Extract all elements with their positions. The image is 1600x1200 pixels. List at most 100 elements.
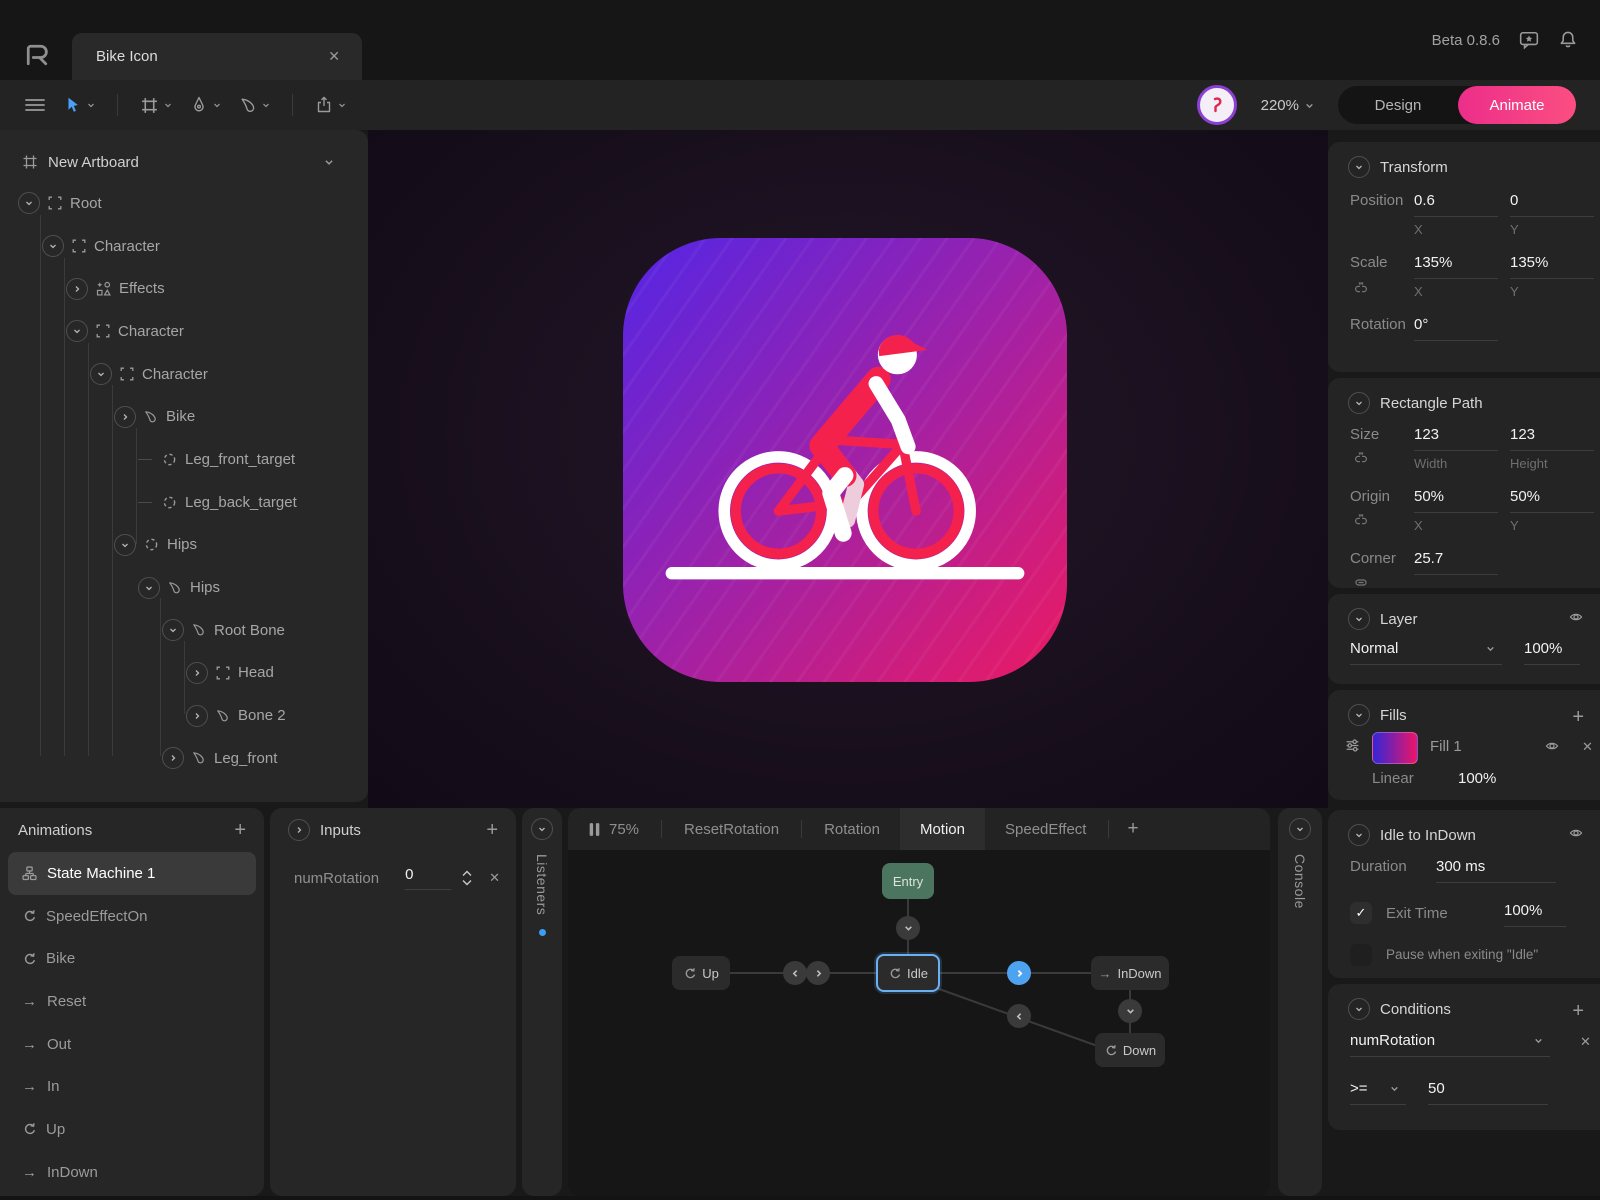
machine-layer-tab-motion[interactable]: Motion: [899, 808, 985, 850]
add-animation-button[interactable]: +: [234, 819, 246, 842]
width-field[interactable]: 123: [1414, 426, 1498, 451]
origin-y-field[interactable]: 50%: [1510, 488, 1594, 513]
add-condition-button[interactable]: +: [1572, 1000, 1584, 1023]
machine-layer-tab-rotation[interactable]: Rotation: [804, 808, 900, 850]
duration-field[interactable]: 300 ms: [1436, 858, 1556, 883]
scale-y-field[interactable]: 135%: [1510, 254, 1594, 279]
rive-logo-icon[interactable]: [22, 40, 52, 70]
expand-icon[interactable]: [186, 661, 208, 684]
listeners-expander[interactable]: [531, 818, 553, 840]
layer-opacity-field[interactable]: 100%: [1524, 640, 1580, 665]
animation-item-indown[interactable]: → InDown: [8, 1151, 256, 1194]
origin-x-field[interactable]: 50%: [1414, 488, 1498, 513]
add-fill-button[interactable]: +: [1572, 706, 1584, 729]
expand-icon[interactable]: [66, 277, 88, 300]
transition-entry-to-idle[interactable]: [896, 916, 920, 940]
zoom-level-control[interactable]: 220%: [1261, 97, 1314, 114]
position-x-field[interactable]: 0.6: [1414, 192, 1498, 217]
tree-item-bike[interactable]: Bike: [0, 395, 368, 438]
tree-item-character[interactable]: Character: [0, 225, 368, 268]
collapse-icon[interactable]: [90, 363, 112, 386]
down-state-node[interactable]: Down: [1095, 1033, 1165, 1067]
export-tool[interactable]: [309, 90, 352, 120]
animate-mode-button[interactable]: Animate: [1458, 86, 1576, 124]
bike-app-icon-artwork[interactable]: [623, 238, 1067, 682]
design-mode-button[interactable]: Design: [1338, 97, 1458, 114]
artboard-tool[interactable]: [134, 90, 178, 121]
add-machine-layer-button[interactable]: +: [1111, 808, 1154, 850]
machine-layer-tab-resetrotation[interactable]: ResetRotation: [664, 808, 799, 850]
animation-item-up[interactable]: Up: [8, 1108, 256, 1151]
document-tab[interactable]: Bike Icon ✕: [72, 33, 362, 80]
transition-down-to-idle[interactable]: [1007, 1004, 1031, 1028]
tree-item-hips[interactable]: Hips: [0, 524, 368, 567]
corner-field[interactable]: 25.7: [1414, 550, 1498, 575]
input-value-field[interactable]: 0: [405, 866, 452, 890]
remove-condition-icon[interactable]: ✕: [1580, 1034, 1591, 1050]
console-expander[interactable]: [1289, 818, 1311, 840]
collapse-icon[interactable]: [18, 192, 40, 215]
fill-gradient-swatch[interactable]: [1372, 732, 1418, 764]
exit-time-field[interactable]: 100%: [1504, 902, 1566, 927]
tree-item-root-bone[interactable]: Root Bone: [0, 609, 368, 652]
height-field[interactable]: 123: [1510, 426, 1594, 451]
tree-item-leg-front-target[interactable]: Leg_front_target: [0, 438, 368, 481]
tree-item-character[interactable]: Character: [0, 310, 368, 353]
fill-opacity[interactable]: 100%: [1458, 770, 1496, 787]
conditions-expander[interactable]: [1348, 998, 1370, 1020]
remove-fill-icon[interactable]: ✕: [1582, 739, 1593, 755]
layer-expander[interactable]: [1348, 608, 1370, 630]
fills-expander[interactable]: [1348, 704, 1370, 726]
main-menu-icon[interactable]: [18, 90, 52, 120]
rotation-field[interactable]: 0°: [1414, 316, 1498, 341]
fill-type[interactable]: Linear: [1372, 770, 1414, 787]
scale-x-field[interactable]: 135%: [1414, 254, 1498, 279]
expand-icon[interactable]: [162, 747, 184, 770]
tree-item-head[interactable]: Head: [0, 652, 368, 695]
fill-options-sliders-icon[interactable]: [1344, 738, 1361, 753]
stage-canvas[interactable]: [368, 130, 1328, 808]
state-machine-graph[interactable]: Entry Up Idle → InDown Down: [568, 850, 1270, 1196]
collapse-icon[interactable]: [42, 235, 64, 258]
bone-tool[interactable]: [233, 90, 276, 120]
close-tab-icon[interactable]: ✕: [328, 48, 340, 65]
machine-layer-tab-speedeffect[interactable]: SpeedEffect: [985, 808, 1106, 850]
transform-expander[interactable]: [1348, 156, 1370, 178]
notifications-bell-icon[interactable]: [1558, 30, 1578, 50]
up-state-node[interactable]: Up: [672, 956, 730, 990]
transition-up-to-idle[interactable]: [806, 961, 830, 985]
transition-idle-to-indown-selected[interactable]: [1007, 961, 1031, 985]
collapse-icon[interactable]: [66, 320, 88, 343]
condition-input-select[interactable]: numRotation: [1350, 1032, 1550, 1057]
tree-item-hips[interactable]: Hips: [0, 566, 368, 609]
link-icon[interactable]: [1352, 576, 1370, 589]
animation-item-speedeffecton[interactable]: SpeedEffectOn: [8, 895, 256, 938]
mode-toggle[interactable]: Design Animate: [1338, 86, 1576, 124]
select-tool[interactable]: [58, 90, 101, 120]
blend-mode-select[interactable]: Normal: [1350, 640, 1502, 665]
tree-item-root[interactable]: Root: [0, 182, 368, 225]
unlink-icon[interactable]: [1352, 514, 1370, 527]
console-tab[interactable]: Console: [1278, 808, 1322, 1196]
tree-item-effects[interactable]: Effects: [0, 267, 368, 310]
tree-item-character[interactable]: Character: [0, 353, 368, 396]
collapse-icon[interactable]: [162, 619, 184, 642]
condition-value-field[interactable]: 50: [1428, 1080, 1548, 1105]
animation-item-reset[interactable]: → Reset: [8, 980, 256, 1023]
pause-checkbox[interactable]: [1350, 944, 1372, 966]
eye-icon[interactable]: [1544, 739, 1560, 753]
animation-item-in[interactable]: → In: [8, 1065, 256, 1108]
artboard-selector[interactable]: New Artboard: [0, 144, 368, 180]
eye-icon[interactable]: [1568, 826, 1584, 840]
value-stepper[interactable]: [461, 870, 473, 886]
eye-icon[interactable]: [1568, 610, 1584, 624]
remove-input-icon[interactable]: ✕: [489, 870, 500, 886]
transition-expander[interactable]: [1348, 824, 1370, 846]
pen-tool[interactable]: [184, 90, 227, 120]
listeners-tab[interactable]: Listeners: [522, 808, 562, 1196]
animation-item-bike[interactable]: Bike: [8, 937, 256, 980]
collapse-icon[interactable]: [138, 576, 160, 599]
unlink-icon[interactable]: [1352, 282, 1370, 295]
chevron-down-icon[interactable]: [324, 157, 334, 167]
inputs-expander[interactable]: [288, 819, 310, 841]
